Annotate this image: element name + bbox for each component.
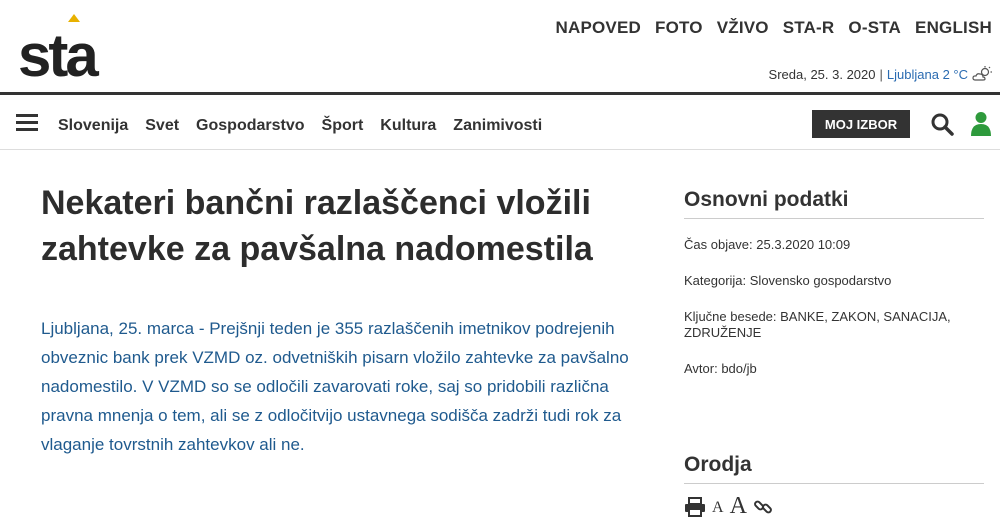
tools-row: A A bbox=[684, 494, 773, 518]
weather-link[interactable]: Ljubljana 2 °C bbox=[887, 67, 968, 82]
nav-item-svet[interactable]: Svet bbox=[145, 117, 179, 135]
nav-item-gospodarstvo[interactable]: Gospodarstvo bbox=[196, 117, 304, 135]
nav-item-zanimivosti[interactable]: Zanimivosti bbox=[453, 117, 542, 135]
top-nav-foto[interactable]: FOTO bbox=[655, 18, 703, 38]
published-time: Čas objave: 25.3.2020 10:09 bbox=[684, 237, 851, 252]
site-header: sta NAPOVED FOTO VŽIVO STA-R O-STA ENGLI… bbox=[0, 0, 1000, 92]
top-nav: NAPOVED FOTO VŽIVO STA-R O-STA ENGLISH bbox=[556, 18, 993, 38]
top-nav-vzivo[interactable]: VŽIVO bbox=[717, 18, 769, 38]
nav-item-sport[interactable]: Šport bbox=[322, 117, 364, 135]
search-icon[interactable] bbox=[930, 112, 954, 136]
logo-text: sta bbox=[18, 22, 99, 82]
top-nav-sta-r[interactable]: STA-R bbox=[783, 18, 835, 38]
user-icon[interactable] bbox=[970, 111, 992, 137]
weather-cloud-sun-icon bbox=[972, 66, 992, 81]
article-lead: Ljubljana, 25. marca - Prejšnji teden je… bbox=[41, 319, 629, 454]
top-nav-english[interactable]: ENGLISH bbox=[915, 18, 992, 38]
article-headline: Nekateri bančni razlaščenci vložili zaht… bbox=[41, 184, 593, 268]
author: Avtor: bdo/jb bbox=[684, 361, 757, 376]
nav-item-slovenija[interactable]: Slovenija bbox=[58, 117, 128, 135]
sidebar: Osnovni podatki Čas objave: 25.3.2020 10… bbox=[684, 188, 984, 518]
sta-logo[interactable]: sta bbox=[16, 14, 110, 82]
top-nav-o-sta[interactable]: O-STA bbox=[848, 18, 901, 38]
hamburger-menu-icon[interactable] bbox=[16, 114, 38, 132]
font-decrease-button[interactable]: A bbox=[712, 499, 724, 517]
basic-info-title: Osnovni podatki bbox=[684, 188, 984, 219]
nav-item-kultura[interactable]: Kultura bbox=[380, 117, 436, 135]
date-separator: | bbox=[879, 66, 883, 82]
keywords: Ključne besede: BANKE, ZAKON, SANACIJA, … bbox=[684, 309, 951, 340]
print-icon[interactable] bbox=[684, 497, 706, 517]
top-nav-napoved[interactable]: NAPOVED bbox=[556, 18, 641, 38]
tools-title: Orodja bbox=[684, 453, 984, 484]
category: Kategorija: Slovensko gospodarstvo bbox=[684, 273, 892, 288]
date-weather-line: Sreda, 25. 3. 2020 | Ljubljana 2 °C bbox=[769, 66, 992, 82]
link-icon[interactable] bbox=[753, 497, 773, 517]
moj-izbor-button[interactable]: MOJ IZBOR bbox=[812, 110, 910, 138]
font-increase-button[interactable]: A bbox=[730, 494, 747, 518]
main-navbar: Slovenija Svet Gospodarstvo Šport Kultur… bbox=[0, 92, 1000, 150]
main-nav: Slovenija Svet Gospodarstvo Šport Kultur… bbox=[58, 117, 542, 135]
current-date: Sreda, 25. 3. 2020 bbox=[768, 66, 876, 82]
